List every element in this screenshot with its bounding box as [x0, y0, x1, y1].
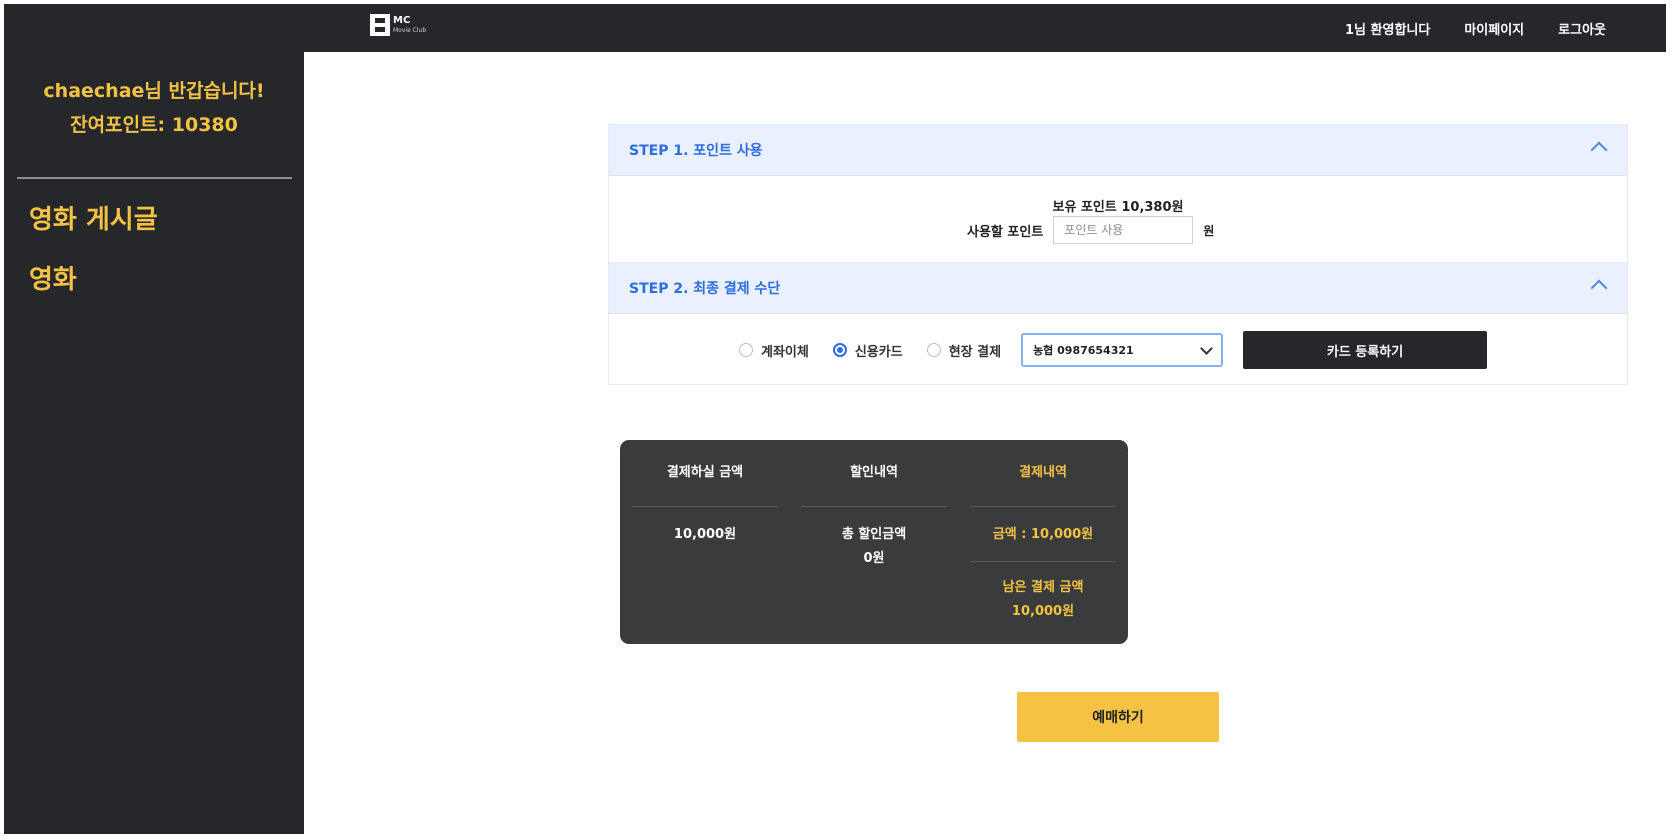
sidebar-welcome: chaechae님 반갑습니다! 잔여포인트: 10380: [4, 74, 304, 142]
step1-title: STEP 1. 포인트 사용: [629, 143, 763, 159]
card-select-dropdown[interactable]: 농협 0987654321: [1021, 333, 1224, 367]
summary-amount-title: 결제하실 금액: [666, 465, 744, 480]
site-logo[interactable]: MC Movie Club: [370, 14, 426, 36]
summary-discount-values: 총 할인금액 0원: [801, 523, 947, 571]
total-discount-value: 0원: [863, 551, 885, 566]
remaining-payment-value: 10,000원: [1011, 604, 1075, 619]
sidebar-item-movies[interactable]: 영화: [29, 260, 158, 320]
purchase-button[interactable]: 예매하기: [1017, 692, 1219, 742]
use-points-label: 사용할 포인트: [967, 224, 1044, 240]
radio-button-onsite-payment[interactable]: [926, 343, 941, 357]
sidebar-menu: 영화 게시글 영화: [29, 200, 158, 320]
payment-steps-panel: STEP 1. 포인트 사용 보유 포인트 10,380원 사용할 포인트 원 …: [608, 124, 1628, 385]
points-input[interactable]: [1053, 216, 1194, 244]
mypage-link[interactable]: 마이페이지: [1464, 19, 1524, 38]
total-discount-label: 총 할인금액: [841, 527, 907, 542]
card-select-value: 농협 0987654321: [1033, 344, 1134, 357]
owned-points-text: 보유 포인트 10,380원: [1052, 200, 1184, 215]
sidebar: chaechae님 반갑습니다! 잔여포인트: 10380 영화 게시글 영화: [4, 52, 304, 834]
summary-column-amount: 결제하실 금액 10,000원: [632, 440, 778, 547]
radio-option-bank-transfer[interactable]: 계좌이체: [739, 341, 809, 360]
logo-text: MC Movie Club: [393, 16, 426, 34]
payment-amount-value: 금액 : 10,000원: [992, 527, 1094, 542]
summary-divider: [801, 506, 947, 507]
summary-divider: [970, 561, 1116, 562]
radio-label-credit-card: 신용카드: [854, 344, 903, 360]
radio-option-credit-card[interactable]: 신용카드: [832, 341, 903, 360]
payment-summary-box: 결제하실 금액 10,000원 할인내역 총 할인금액 0원 결제내역 금액 :…: [620, 440, 1128, 644]
chevron-up-icon[interactable]: [1590, 141, 1608, 159]
use-points-row: 사용할 포인트 원: [967, 216, 1214, 244]
summary-divider: [632, 506, 778, 507]
app-frame: MC Movie Club 1님 환영합니다 마이페이지 로그아웃 chaech…: [4, 4, 1666, 834]
greeting-text: chaechae님 반갑습니다!: [43, 80, 265, 102]
summary-column-discount: 할인내역 총 할인금액 0원: [801, 440, 947, 571]
step1-header[interactable]: STEP 1. 포인트 사용: [609, 125, 1627, 176]
radio-button-bank-transfer[interactable]: [739, 343, 753, 357]
radio-button-credit-card[interactable]: [832, 343, 847, 357]
summary-discount-title: 할인내역: [850, 465, 898, 480]
summary-payment-title: 결제내역: [1019, 465, 1067, 480]
sidebar-divider: [17, 177, 292, 179]
step1-body: 보유 포인트 10,380원 사용할 포인트 원: [609, 176, 1627, 263]
step2-body: 계좌이체 신용카드 현장 결제 농협 0987654321 카드 등록하기: [609, 314, 1627, 384]
logout-link[interactable]: 로그아웃: [1558, 19, 1606, 38]
top-navbar: MC Movie Club 1님 환영합니다 마이페이지 로그아웃: [4, 4, 1666, 52]
remaining-points-text: 잔여포인트: 10380: [70, 114, 238, 136]
logo-main-text: MC: [393, 15, 411, 26]
film-logo-icon: [370, 14, 390, 36]
won-unit: 원: [1203, 223, 1215, 238]
step2-title: STEP 2. 최종 결제 수단: [629, 281, 781, 297]
chevron-up-icon[interactable]: [1590, 279, 1608, 297]
remaining-payment-label: 남은 결제 금액: [1002, 580, 1084, 595]
register-card-button[interactable]: 카드 등록하기: [1243, 331, 1488, 369]
top-nav: 1님 환영합니다 마이페이지 로그아웃: [1345, 4, 1606, 52]
remaining-payment-values: 남은 결제 금액 10,000원: [970, 576, 1116, 624]
welcome-user-text: 1님 환영합니다: [1345, 22, 1431, 38]
radio-label-onsite-payment: 현장 결제: [948, 344, 1002, 360]
radio-option-onsite-payment[interactable]: 현장 결제: [926, 341, 1002, 360]
summary-divider: [970, 506, 1116, 507]
chevron-down-icon: [1200, 341, 1213, 355]
radio-label-bank-transfer: 계좌이체: [761, 344, 809, 360]
logo-sub-text: Movie Club: [393, 27, 427, 34]
sidebar-item-movie-posts[interactable]: 영화 게시글: [29, 200, 158, 260]
summary-column-payment: 결제내역 금액 : 10,000원 남은 결제 금액 10,000원: [970, 440, 1116, 624]
step2-header[interactable]: STEP 2. 최종 결제 수단: [609, 263, 1627, 314]
payment-method-row: 계좌이체 신용카드 현장 결제 농협 0987654321 카드 등록하기: [739, 331, 1488, 369]
summary-amount-value: 10,000원: [673, 527, 737, 542]
